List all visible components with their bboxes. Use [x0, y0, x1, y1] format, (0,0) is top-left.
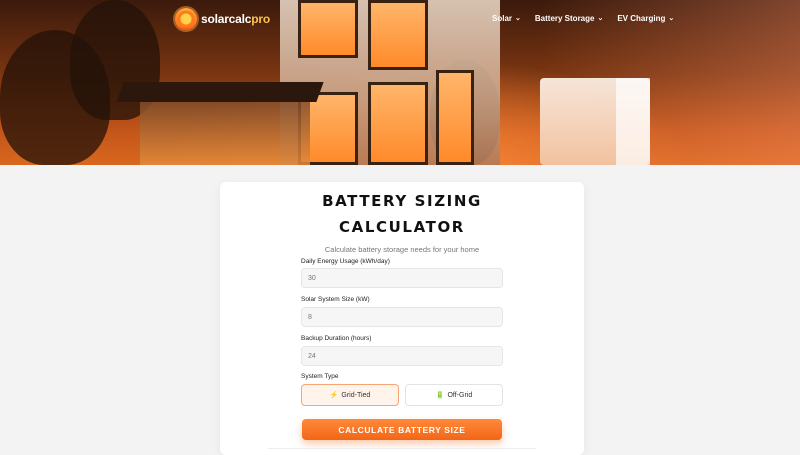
brand-name: solarcalcpro [201, 12, 270, 26]
sun-logo-icon [175, 8, 197, 30]
nav-item-battery-storage[interactable]: Battery Storage ⌄ [535, 14, 603, 23]
off-grid-option[interactable]: 🔋 Off-Grid [405, 384, 503, 406]
calculator-title: BATTERY SIZING CALCULATOR [322, 192, 482, 236]
chevron-down-icon: ⌄ [515, 14, 521, 22]
top-navigation: solarcalcpro Solar ⌄ Battery Storage ⌄ E… [0, 0, 800, 40]
calculate-battery-size-button[interactable]: CALCULATE BATTERY SIZE [302, 419, 502, 440]
nav-item-solar[interactable]: Solar ⌄ [492, 14, 521, 23]
chevron-down-icon: ⌄ [597, 14, 604, 22]
house-window [436, 70, 474, 165]
battery-unit-highlight [616, 78, 650, 165]
daily-energy-input[interactable] [301, 268, 503, 288]
backup-duration-label: Backup Duration (hours) [301, 335, 372, 342]
nav-item-ev-charging[interactable]: EV Charging ⌄ [617, 14, 674, 23]
daily-energy-label: Daily Energy Usage (kWh/day) [301, 258, 390, 265]
battery-calculator-card: BATTERY SIZING CALCULATOR Calculate batt… [220, 182, 584, 455]
nav-menu: Solar ⌄ Battery Storage ⌄ EV Charging ⌄ [492, 14, 674, 23]
system-type-label: System Type [301, 373, 339, 380]
brand-logo[interactable]: solarcalcpro [175, 8, 270, 30]
house-window [368, 82, 428, 165]
grid-tied-option[interactable]: ⚡ Grid-Tied [301, 384, 399, 406]
solar-size-label: Solar System Size (kW) [301, 296, 370, 303]
section-divider [268, 448, 536, 449]
porch [140, 100, 310, 165]
backup-duration-input[interactable] [301, 346, 503, 366]
battery-icon: 🔋 [435, 392, 445, 399]
solar-size-input[interactable] [301, 307, 503, 327]
house-roof [116, 82, 324, 102]
chevron-down-icon: ⌄ [668, 14, 675, 22]
lightning-icon: ⚡ [329, 392, 339, 399]
calculator-subtitle: Calculate battery storage needs for your… [324, 245, 480, 254]
